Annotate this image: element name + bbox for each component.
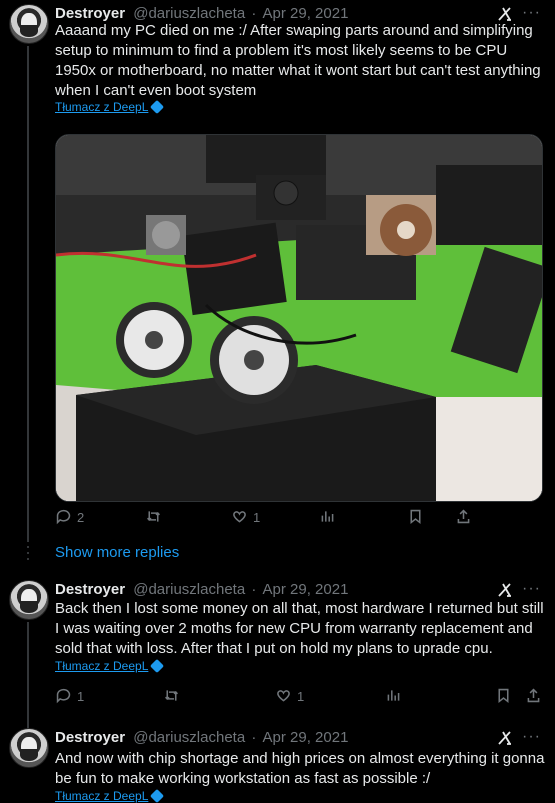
views-button[interactable] <box>319 508 336 528</box>
tweet-text: And now with chip shortage and high pric… <box>55 750 545 787</box>
analytics-icon <box>387 690 400 701</box>
user-handle[interactable]: @dariuszlacheta <box>133 581 245 598</box>
views-button[interactable] <box>385 687 402 707</box>
reply-button[interactable]: 1 <box>55 687 84 707</box>
tweet-1[interactable]: Destroyer @dariuszlacheta · Apr 29, 2021… <box>0 4 555 534</box>
display-name[interactable]: Destroyer <box>55 581 125 598</box>
repost-button[interactable] <box>145 508 167 528</box>
like-button[interactable]: 1 <box>275 687 304 707</box>
tweet-photo[interactable] <box>55 134 543 502</box>
tweet-header: Destroyer @dariuszlacheta · Apr 29, 2021 <box>55 580 348 600</box>
reply-icon <box>56 688 71 704</box>
tweet-text: Back then I lost some money on all that,… <box>55 600 544 657</box>
display-name[interactable]: Destroyer <box>55 5 125 22</box>
separator: · <box>251 729 257 746</box>
deepl-icon <box>150 658 165 674</box>
separator: · <box>251 581 257 598</box>
reply-count: 1 <box>77 689 85 704</box>
avatar[interactable] <box>9 4 49 44</box>
pc-parts-photo <box>56 135 542 501</box>
grok-icon[interactable] <box>497 582 513 598</box>
thread-dots <box>27 540 29 564</box>
tweet-3[interactable]: Destroyer @dariuszlacheta · Apr 29, 2021… <box>0 728 555 803</box>
avatar[interactable] <box>9 728 49 768</box>
tweet-date[interactable]: Apr 29, 2021 <box>263 581 349 598</box>
tweet-date[interactable]: Apr 29, 2021 <box>263 729 349 746</box>
tweet-actions: 2 1 <box>55 508 541 528</box>
like-count: 1 <box>253 510 261 525</box>
bookmark-button[interactable] <box>495 687 512 707</box>
tweet-header: Destroyer @dariuszlacheta · Apr 29, 2021 <box>55 728 348 748</box>
more-horizontal-icon[interactable]: ··· <box>522 728 541 746</box>
repost-icon <box>147 511 160 522</box>
translate-link[interactable]: Tłumacz z DeepL <box>55 99 165 115</box>
translate-link[interactable]: Tłumacz z DeepL <box>55 658 165 674</box>
translate-link[interactable]: Tłumacz z DeepL <box>55 788 165 803</box>
reply-count: 2 <box>77 510 85 525</box>
share-icon <box>527 688 540 703</box>
like-button[interactable]: 1 <box>231 508 260 528</box>
share-icon <box>457 509 470 524</box>
grok-icon[interactable] <box>497 6 513 22</box>
repost-icon <box>165 690 178 701</box>
reply-button[interactable]: 2 <box>55 508 84 528</box>
like-count: 1 <box>297 689 305 704</box>
analytics-icon <box>321 511 334 522</box>
separator: · <box>251 5 257 22</box>
bookmark-icon <box>410 509 421 525</box>
tweet-2[interactable]: Destroyer @dariuszlacheta · Apr 29, 2021… <box>0 580 555 710</box>
heart-icon <box>277 690 290 702</box>
reply-icon <box>56 509 71 525</box>
repost-button[interactable] <box>163 687 185 707</box>
tweet-actions: 1 1 <box>55 687 541 707</box>
share-button[interactable] <box>455 508 472 528</box>
tweet-text: Aaaand my PC died on me :/ After swaping… <box>55 22 541 99</box>
translate-label[interactable]: Tłumacz z DeepL <box>55 659 148 673</box>
bookmark-icon <box>498 688 509 704</box>
show-more-replies-link[interactable]: Show more replies <box>55 544 179 561</box>
user-handle[interactable]: @dariuszlacheta <box>133 729 245 746</box>
deepl-icon <box>150 99 165 115</box>
more-horizontal-icon[interactable]: ··· <box>522 4 541 22</box>
avatar[interactable] <box>9 580 49 620</box>
user-handle[interactable]: @dariuszlacheta <box>133 5 245 22</box>
display-name[interactable]: Destroyer <box>55 729 125 746</box>
bookmark-button[interactable] <box>407 508 424 528</box>
grok-icon[interactable] <box>497 730 513 746</box>
translate-label[interactable]: Tłumacz z DeepL <box>55 100 148 114</box>
translate-label[interactable]: Tłumacz z DeepL <box>55 789 148 803</box>
more-horizontal-icon[interactable]: ··· <box>522 580 541 598</box>
heart-icon <box>233 511 246 523</box>
tweet-date[interactable]: Apr 29, 2021 <box>263 5 349 22</box>
deepl-icon <box>150 788 165 803</box>
share-button[interactable] <box>525 687 542 707</box>
